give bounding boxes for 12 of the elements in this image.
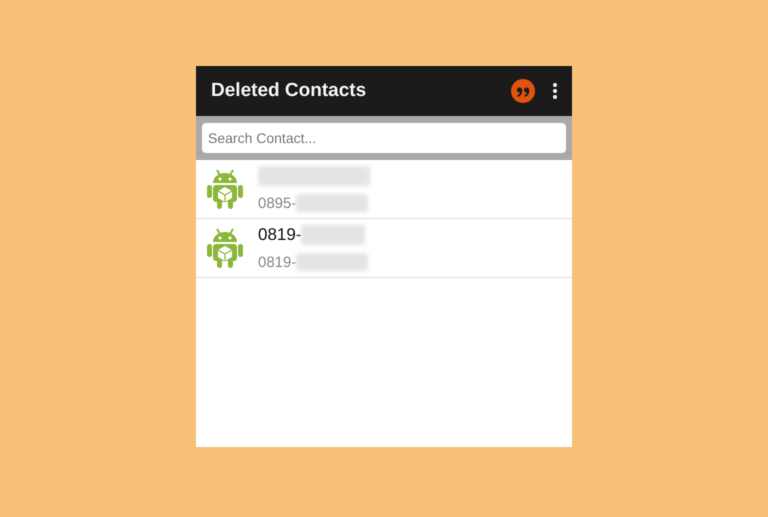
more-options-icon[interactable] [552, 82, 558, 100]
android-icon [206, 168, 244, 210]
contact-name: 0819- [258, 225, 302, 245]
contact-number: 0895- [258, 194, 296, 212]
android-icon [206, 227, 244, 269]
contact-row[interactable]: 0895- [196, 160, 572, 219]
contact-number: 0819- [258, 254, 296, 270]
quote-icon[interactable] [510, 78, 536, 104]
redaction-blur [301, 225, 366, 245]
contact-row[interactable]: 0819- 0819- [196, 219, 572, 278]
search-field[interactable]: Search Contact... [202, 123, 566, 153]
app-title: Deleted Contacts [211, 80, 368, 102]
